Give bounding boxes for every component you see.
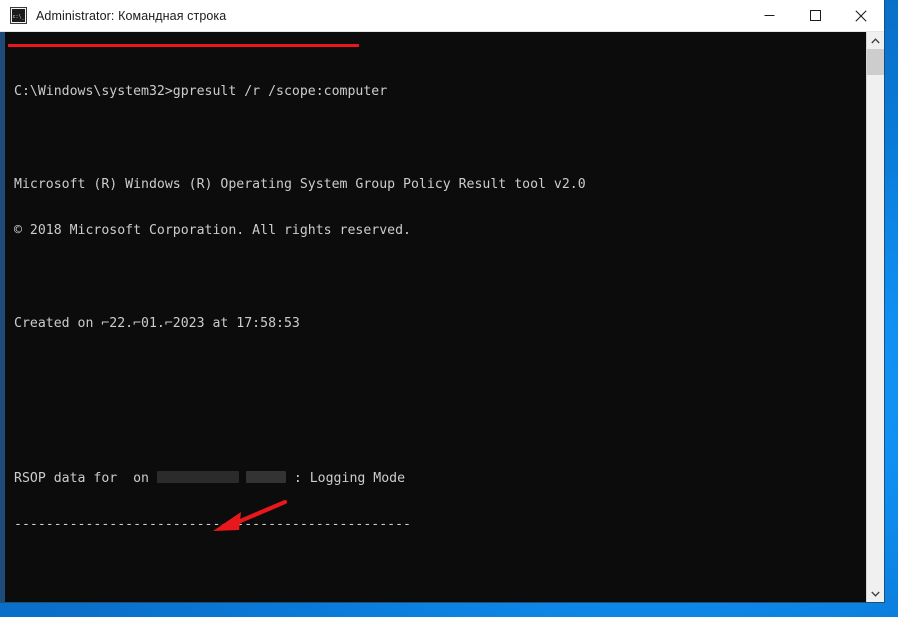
redacted-block bbox=[156, 470, 239, 483]
close-button[interactable] bbox=[838, 0, 884, 31]
rsop-suffix: : Logging Mode bbox=[285, 470, 406, 486]
command-prompt-icon bbox=[10, 7, 27, 24]
window-title: Administrator: Командная строка bbox=[36, 8, 227, 23]
console-line-rsop: RSOP data for on : Logging Mode bbox=[14, 470, 866, 486]
console-line-banner-1: Microsoft (R) Windows (R) Operating Syst… bbox=[14, 177, 586, 193]
scroll-down-icon[interactable] bbox=[867, 585, 884, 602]
console-line-banner-2: © 2018 Microsoft Corporation. All rights… bbox=[14, 223, 411, 239]
console-line-prompt: C:\Windows\system32>gpresult /r /scope:c… bbox=[14, 84, 388, 100]
maximize-button[interactable] bbox=[792, 0, 838, 31]
rsop-prefix: RSOP data for on bbox=[14, 470, 157, 486]
scrollbar-track[interactable] bbox=[867, 49, 884, 585]
scrollbar-thumb[interactable] bbox=[867, 49, 884, 75]
redacted-block bbox=[245, 470, 286, 483]
vertical-scrollbar[interactable] bbox=[866, 32, 884, 602]
minimize-button[interactable] bbox=[746, 0, 792, 31]
console-output[interactable]: C:\Windows\system32>gpresult /r /scope:c… bbox=[5, 32, 866, 602]
console-line-rsop-rule: ----------------------------------------… bbox=[14, 516, 411, 532]
console-area: C:\Windows\system32>gpresult /r /scope:c… bbox=[0, 32, 884, 602]
window-controls bbox=[746, 0, 884, 31]
window-titlebar[interactable]: Administrator: Командная строка bbox=[0, 0, 884, 32]
annotation-underline bbox=[8, 44, 359, 47]
command-prompt-window: Administrator: Командная строка bbox=[0, 0, 884, 602]
console-line-created-on: Created on ⌐22.⌐01.⌐2023 at 17:58:53 bbox=[14, 316, 300, 332]
scroll-up-icon[interactable] bbox=[867, 32, 884, 49]
